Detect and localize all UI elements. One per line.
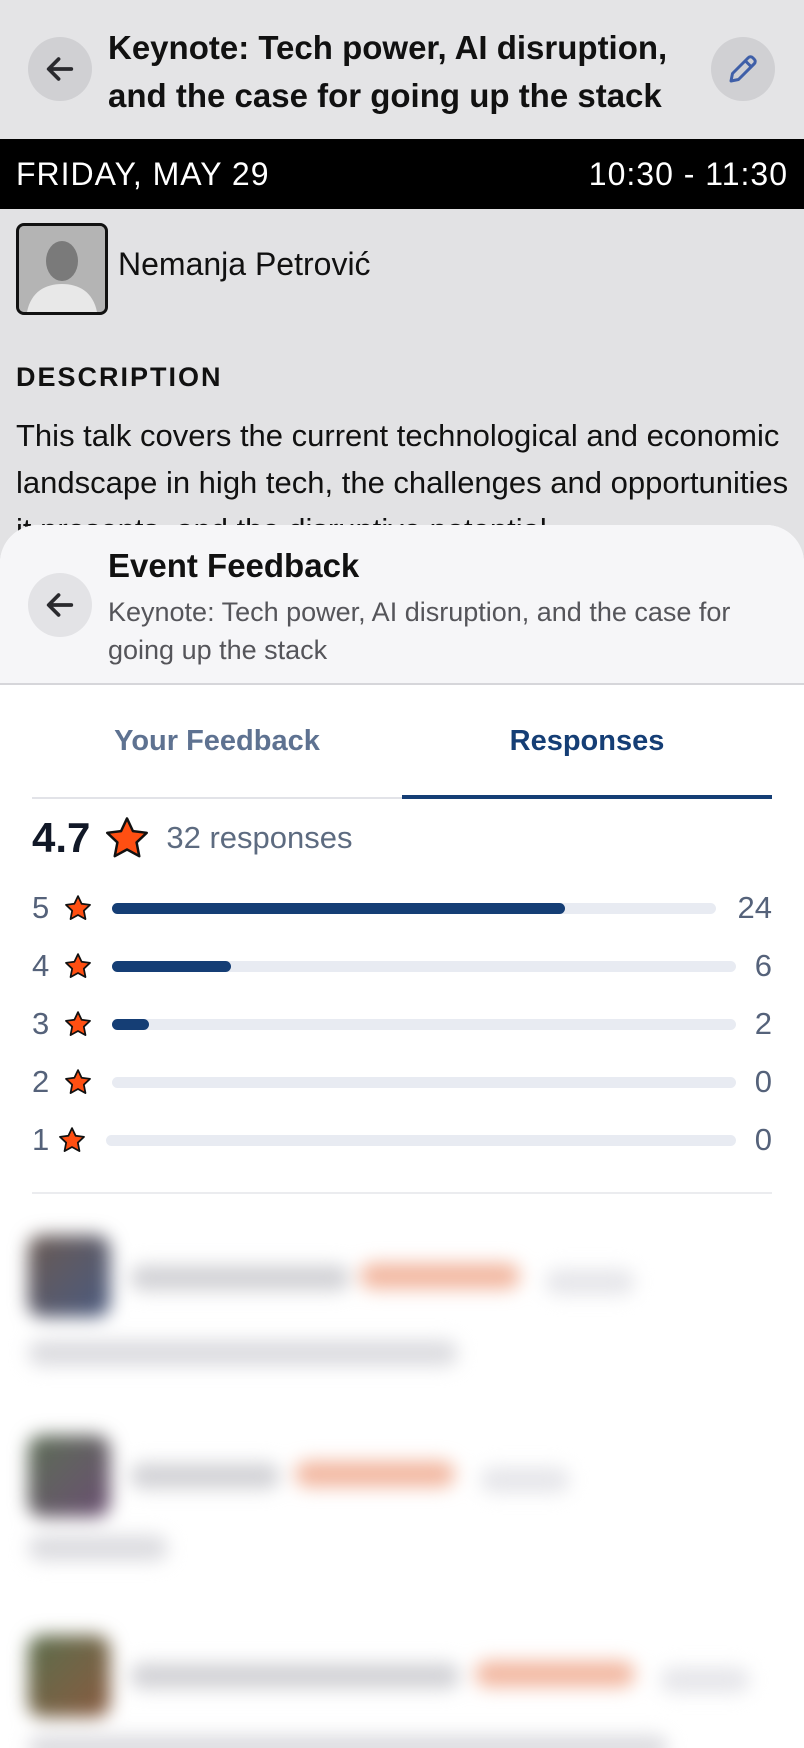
- feedback-sheet: Event Feedback Keynote: Tech power, AI d…: [0, 525, 804, 1748]
- star-icon: [65, 1011, 91, 1036]
- edit-button[interactable]: [711, 37, 775, 101]
- blurred-text: [28, 1535, 168, 1561]
- rating-count: 0: [754, 1122, 772, 1157]
- tab-your-feedback[interactable]: Your Feedback: [32, 685, 402, 797]
- star-level: 3: [32, 1006, 50, 1041]
- blurred-text: [660, 1667, 750, 1693]
- avatar: [28, 1635, 110, 1717]
- blurred-text: [28, 1340, 458, 1366]
- rating-summary: 4.7 32 responses: [32, 808, 353, 868]
- blurred-text: [480, 1467, 570, 1493]
- feedback-title: Event Feedback: [108, 547, 360, 584]
- rating-count: 0: [754, 1064, 772, 1099]
- rating-row-2: 2 0: [32, 1062, 772, 1102]
- event-title: Keynote: Tech power, AI disruption, and …: [108, 29, 668, 114]
- blurred-text: [130, 1265, 350, 1291]
- speaker-name[interactable]: Nemanja Petrović: [118, 246, 371, 283]
- rating-bar-track: [112, 1019, 736, 1030]
- blurred-responses-list: [0, 1215, 804, 1748]
- star-icon: [65, 953, 91, 978]
- description-text: This talk covers the current technologic…: [16, 418, 789, 532]
- tab-responses[interactable]: Responses: [402, 685, 772, 797]
- speaker-avatar[interactable]: [16, 223, 108, 315]
- rating-count: 2: [754, 1006, 772, 1041]
- rating-row-5: 5 24: [32, 888, 772, 928]
- rating-row-1: 1 0: [32, 1120, 772, 1160]
- speaker-photo: [19, 226, 105, 312]
- rating-bar-track: [112, 1077, 736, 1088]
- event-time: 10:30 - 11:30: [588, 156, 788, 192]
- rating-count: 24: [737, 890, 772, 925]
- event-header: Keynote: Tech power, AI disruption, and …: [0, 0, 804, 140]
- blurred-text: [130, 1663, 460, 1689]
- avatar: [28, 1435, 110, 1517]
- blurred-badge: [475, 1661, 635, 1687]
- active-tab-indicator: [402, 795, 772, 799]
- feedback-tabs: Your Feedback Responses: [32, 685, 772, 799]
- rating-count: 6: [754, 948, 772, 983]
- star-level: 1: [32, 1122, 50, 1157]
- response-count: 32 responses: [166, 820, 353, 855]
- star-icon: [59, 1127, 85, 1152]
- blurred-badge: [360, 1263, 520, 1289]
- star-icon: [65, 1069, 91, 1094]
- rating-bar-fill: [112, 961, 231, 972]
- blurred-text: [28, 1735, 668, 1748]
- date-time-bar: FRIDAY, MAY 29 10:30 - 11:30: [0, 139, 804, 209]
- blurred-text: [545, 1269, 635, 1295]
- divider: [32, 1192, 772, 1194]
- avatar: [28, 1235, 110, 1317]
- edit-pencil-icon: [729, 55, 757, 83]
- rating-row-4: 4 6: [32, 946, 772, 986]
- star-level: 2: [32, 1064, 50, 1099]
- rating-bar-track: [112, 903, 716, 914]
- back-button[interactable]: [28, 37, 92, 101]
- rating-bar-fill: [112, 1019, 150, 1030]
- rating-bar-track: [106, 1135, 736, 1146]
- rating-row-3: 3 2: [32, 1004, 772, 1044]
- star-level: 5: [32, 890, 50, 925]
- sheet-back-button[interactable]: [28, 573, 92, 637]
- event-date: FRIDAY, MAY 29: [16, 156, 270, 192]
- back-arrow-icon: [46, 593, 74, 617]
- description-heading: DESCRIPTION: [16, 362, 223, 392]
- back-arrow-icon: [46, 57, 74, 81]
- star-icon: [106, 817, 149, 858]
- feedback-sheet-header: Event Feedback Keynote: Tech power, AI d…: [0, 525, 804, 685]
- rating-bar-track: [112, 961, 736, 972]
- average-rating: 4.7: [32, 814, 91, 861]
- star-level: 4: [32, 948, 50, 983]
- blurred-badge: [295, 1461, 455, 1487]
- rating-bar-fill: [112, 903, 565, 914]
- blurred-text: [130, 1463, 280, 1489]
- star-icon: [65, 895, 91, 920]
- feedback-subtitle: Keynote: Tech power, AI disruption, and …: [108, 597, 731, 665]
